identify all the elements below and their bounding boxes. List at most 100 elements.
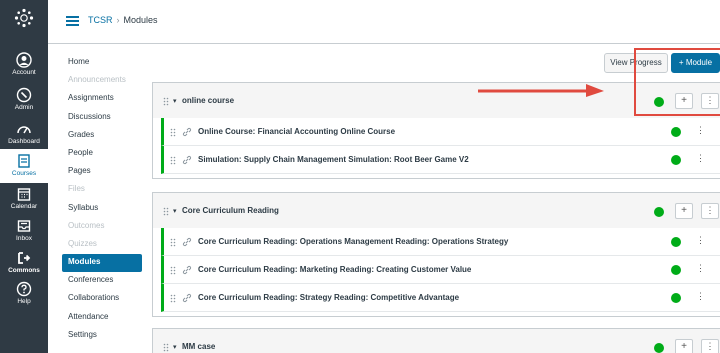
module-item[interactable]: Core Curriculum Reading: Marketing Readi… (161, 256, 720, 284)
collapse-caret-icon[interactable]: ▾ (173, 97, 177, 105)
module-core-curriculum-reading: ▾ Core Curriculum Reading + ⋮ Core Curri… (152, 192, 720, 317)
course-nav-assignments[interactable]: Assignments (62, 90, 142, 108)
item-options-button[interactable]: ⋮ (696, 153, 705, 164)
course-nav-pages[interactable]: Pages (62, 163, 142, 181)
calendar-icon (17, 188, 31, 201)
module-title: Core Curriculum Reading (182, 206, 279, 215)
inbox-icon (17, 220, 31, 232)
drag-handle-icon[interactable] (170, 294, 176, 303)
module-item-title[interactable]: Simulation: Supply Chain Management Simu… (198, 155, 469, 164)
breadcrumb-separator: › (116, 15, 120, 25)
module-item-title[interactable]: Core Curriculum Reading: Strategy Readin… (198, 293, 459, 302)
external-link-icon (182, 127, 192, 137)
drag-handle-icon[interactable] (170, 128, 176, 137)
annotation-arrow-icon (478, 84, 604, 97)
course-nav-outcomes[interactable]: Outcomes (62, 218, 142, 236)
module-options-button[interactable]: ⋮ (701, 339, 719, 353)
annotation-highlight-box (634, 48, 720, 116)
module-header[interactable]: ▾ Core Curriculum Reading + ⋮ (152, 192, 720, 228)
module-item[interactable]: Simulation: Supply Chain Management Simu… (161, 146, 720, 174)
module-item-title[interactable]: Core Curriculum Reading: Operations Mana… (198, 237, 508, 246)
published-check-icon[interactable] (671, 265, 681, 275)
course-nav-quizzes[interactable]: Quizzes (62, 236, 142, 254)
module-mm-case: ▾ MM case + ⋮ (152, 328, 720, 353)
module-item-title[interactable]: Core Curriculum Reading: Marketing Readi… (198, 265, 471, 274)
global-nav-admin[interactable]: Admin (0, 87, 48, 111)
page-header: TCSR › Modules (48, 0, 720, 44)
breadcrumb-course-link[interactable]: TCSR (88, 15, 113, 25)
global-nav-commons[interactable]: Commons (0, 250, 48, 274)
drag-handle-icon[interactable] (163, 207, 169, 216)
module-items: Online Course: Financial Accounting Onli… (152, 118, 720, 179)
course-nav-collaborations[interactable]: Collaborations (62, 290, 142, 308)
module-options-button[interactable]: ⋮ (701, 203, 719, 219)
external-link-icon (182, 293, 192, 303)
commons-icon (18, 252, 31, 264)
drag-handle-icon[interactable] (163, 97, 169, 106)
course-nav-settings[interactable]: Settings (62, 327, 142, 345)
published-check-icon[interactable] (654, 343, 664, 353)
published-check-icon[interactable] (671, 127, 681, 137)
course-nav-people[interactable]: People (62, 145, 142, 163)
course-nav-conferences[interactable]: Conferences (62, 272, 142, 290)
global-nav-label: Inbox (16, 235, 32, 242)
course-nav-discussions[interactable]: Discussions (62, 109, 142, 127)
global-nav-label: Admin (14, 104, 34, 111)
external-link-icon (182, 155, 192, 165)
published-check-icon[interactable] (671, 237, 681, 247)
drag-handle-icon[interactable] (170, 266, 176, 275)
global-nav-label: Help (17, 298, 31, 305)
dashboard-icon (17, 126, 31, 134)
collapse-caret-icon[interactable]: ▾ (173, 343, 177, 351)
module-item-title[interactable]: Online Course: Financial Accounting Onli… (198, 127, 395, 136)
global-nav-calendar[interactable]: Calendar (0, 186, 48, 210)
add-item-button[interactable]: + (675, 339, 693, 353)
external-link-icon (182, 237, 192, 247)
module-item[interactable]: Online Course: Financial Accounting Onli… (161, 118, 720, 146)
account-icon (16, 52, 32, 68)
course-nav-attendance[interactable]: Attendance (62, 309, 142, 327)
item-options-button[interactable]: ⋮ (696, 263, 705, 274)
course-nav-syllabus[interactable]: Syllabus (62, 200, 142, 218)
course-nav: Home Announcements Assignments Discussio… (62, 54, 142, 345)
module-items: Core Curriculum Reading: Operations Mana… (152, 228, 720, 317)
published-check-icon[interactable] (654, 207, 664, 217)
drag-handle-icon[interactable] (170, 156, 176, 165)
breadcrumb: TCSR › Modules (88, 15, 158, 25)
global-nav-label: Calendar (10, 203, 38, 210)
item-options-button[interactable]: ⋮ (696, 291, 705, 302)
course-nav-home[interactable]: Home (62, 54, 142, 72)
hamburger-menu-icon[interactable] (66, 16, 79, 26)
published-check-icon[interactable] (671, 155, 681, 165)
global-nav-label: Dashboard (8, 138, 40, 145)
help-icon (16, 281, 32, 297)
course-nav-files[interactable]: Files (62, 181, 142, 199)
collapse-caret-icon[interactable]: ▾ (173, 207, 177, 215)
course-nav-announcements[interactable]: Announcements (62, 72, 142, 90)
global-nav-help[interactable]: Help (0, 281, 48, 305)
global-nav-courses[interactable]: Courses (0, 149, 48, 183)
item-options-button[interactable]: ⋮ (696, 235, 705, 246)
global-nav: Account Admin Dashboard Courses Calendar… (0, 0, 48, 353)
canvas-modules-page: Account Admin Dashboard Courses Calendar… (0, 0, 720, 353)
courses-icon (18, 154, 30, 168)
drag-handle-icon[interactable] (163, 343, 169, 352)
module-title: online course (182, 96, 235, 105)
add-item-button[interactable]: + (675, 203, 693, 219)
external-link-icon (182, 265, 192, 275)
module-item[interactable]: Core Curriculum Reading: Strategy Readin… (161, 284, 720, 312)
course-nav-modules[interactable]: Modules (62, 254, 142, 273)
published-check-icon[interactable] (671, 293, 681, 303)
global-nav-label: Commons (8, 267, 40, 274)
module-header[interactable]: ▾ MM case + ⋮ (152, 328, 720, 353)
global-nav-label: Courses (11, 170, 37, 177)
drag-handle-icon[interactable] (170, 238, 176, 247)
global-nav-inbox[interactable]: Inbox (0, 218, 48, 242)
course-nav-grades[interactable]: Grades (62, 127, 142, 145)
item-options-button[interactable]: ⋮ (696, 125, 705, 136)
breadcrumb-current: Modules (123, 15, 158, 25)
global-nav-dashboard[interactable]: Dashboard (0, 121, 48, 145)
global-nav-account[interactable]: Account (0, 52, 48, 76)
canvas-logo-icon[interactable] (14, 8, 34, 28)
module-item[interactable]: Core Curriculum Reading: Operations Mana… (161, 228, 720, 256)
